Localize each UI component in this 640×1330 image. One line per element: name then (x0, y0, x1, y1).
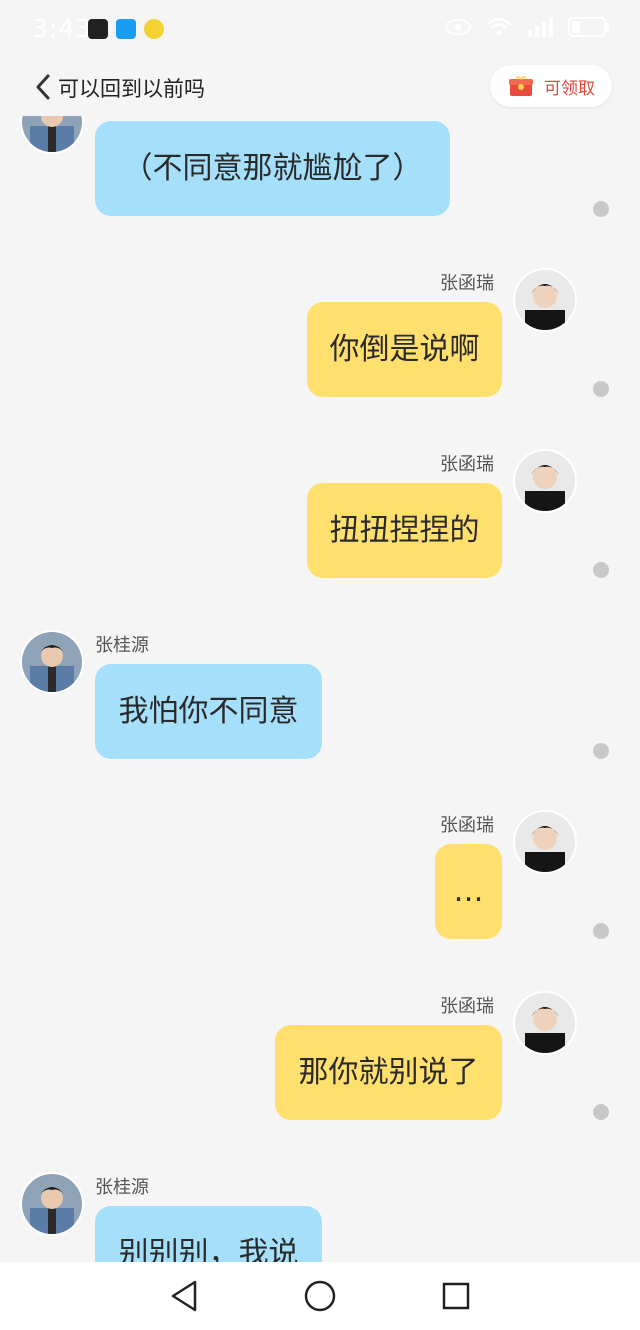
sender-name: 张函瑞 (440, 273, 494, 294)
message-bubble[interactable]: 别别别，我说 (95, 1206, 322, 1262)
status-time: 3:43 (32, 14, 93, 43)
message-bubble[interactable]: 扭扭捏捏的 (307, 483, 502, 578)
sender-name: 张函瑞 (440, 815, 494, 836)
message-status-dot (593, 562, 609, 578)
back-title[interactable]: 可以回到以前吗 (58, 73, 205, 103)
avatar-photo-boy-denim (22, 632, 82, 692)
message-bubble[interactable]: 那你就别说了 (275, 1025, 502, 1120)
wifi-icon (487, 17, 511, 36)
avatar[interactable] (20, 630, 84, 694)
back-triangle-icon[interactable] (168, 1278, 200, 1314)
message-status-dot (593, 743, 609, 759)
message-status-dot (593, 201, 609, 217)
search-app-notification-icon (116, 19, 136, 39)
message-bubble[interactable]: （不同意那就尴尬了） (95, 121, 450, 216)
avatar-photo-boy-denim (22, 116, 82, 152)
avatar[interactable] (513, 449, 577, 513)
reward-label: 可领取 (544, 78, 595, 99)
message-status-dot (593, 1104, 609, 1120)
avatar[interactable] (20, 116, 84, 154)
chat-header: 可以回到以前吗 可领取 (0, 60, 640, 116)
sender-name: 张函瑞 (440, 454, 494, 475)
red-envelope-icon (509, 76, 533, 96)
reward-button[interactable]: 可领取 (490, 65, 612, 107)
status-bar: 3:43 (0, 0, 640, 60)
avatar-photo-boy-black (515, 993, 575, 1053)
avatar-photo-boy-black (515, 451, 575, 511)
battery-icon (568, 17, 609, 37)
signal-icon (528, 18, 553, 37)
avatar-photo-boy-black (515, 270, 575, 330)
message-status-dot (593, 381, 609, 397)
avatar-photo-boy-denim (22, 1174, 82, 1234)
avatar[interactable] (513, 268, 577, 332)
avatar[interactable] (20, 1172, 84, 1236)
app-notification-icon (88, 19, 108, 39)
chat-list: （不同意那就尴尬了） 张函瑞 你倒是说啊 张函瑞 扭扭捏捏的 张桂源 我怕你不同… (0, 116, 640, 1262)
avatar[interactable] (513, 810, 577, 874)
mascot-notification-icon (144, 19, 164, 39)
avatar-photo-boy-black (515, 812, 575, 872)
back-arrow-icon[interactable] (32, 72, 54, 102)
message-bubble[interactable]: 我怕你不同意 (95, 664, 322, 759)
recents-square-icon[interactable] (440, 1278, 472, 1314)
home-circle-icon[interactable] (303, 1278, 337, 1314)
avatar[interactable] (513, 991, 577, 1055)
sender-name: 张桂源 (95, 635, 149, 656)
message-status-dot (593, 923, 609, 939)
system-nav-bar (0, 1262, 640, 1330)
status-icons (444, 16, 610, 38)
sender-name: 张函瑞 (440, 996, 494, 1017)
sender-name: 张桂源 (95, 1177, 149, 1198)
message-bubble[interactable]: … (435, 844, 502, 939)
message-bubble[interactable]: 你倒是说啊 (307, 302, 502, 397)
eye-icon (445, 19, 471, 35)
